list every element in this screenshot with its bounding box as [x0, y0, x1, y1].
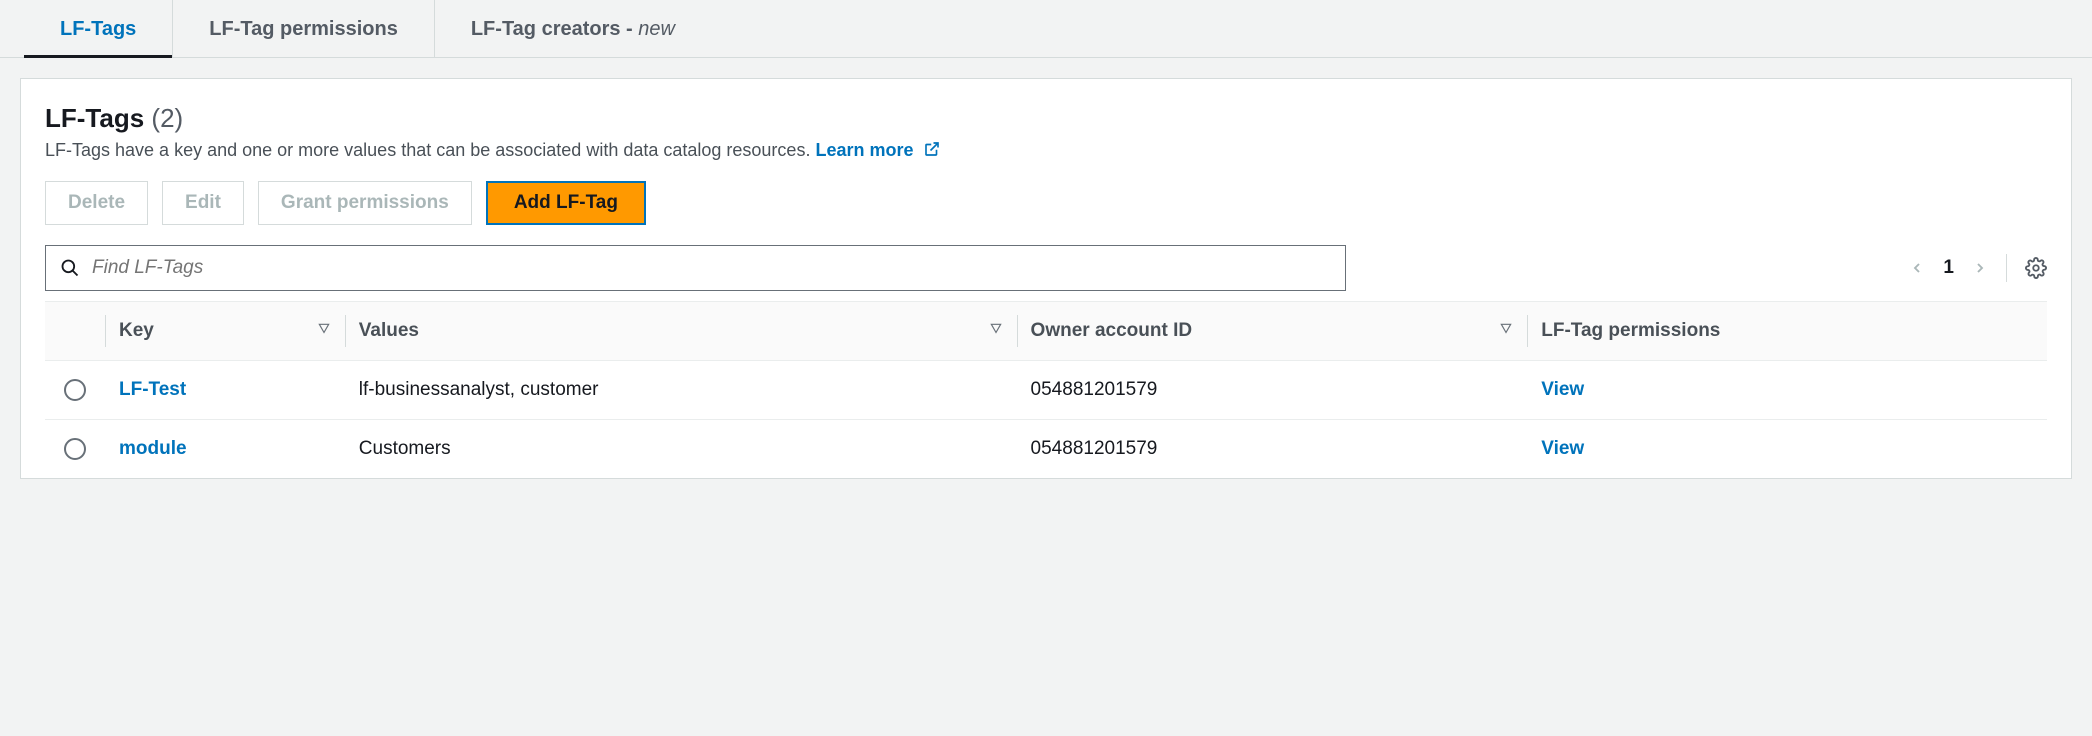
col-owner[interactable]: Owner account ID	[1017, 302, 1528, 361]
pager-separator	[2006, 254, 2007, 282]
col-select	[45, 302, 105, 361]
tab-creators-label: LF-Tag creators -	[471, 18, 638, 40]
view-permissions-link[interactable]: View	[1541, 379, 1584, 400]
learn-more-link[interactable]: Learn more	[815, 140, 940, 160]
lf-tag-key-link[interactable]: LF-Test	[119, 379, 186, 400]
panel-description-text: LF-Tags have a key and one or more value…	[45, 140, 810, 160]
pagination: 1	[1909, 254, 2047, 282]
lf-tag-key-link[interactable]: module	[119, 438, 187, 459]
table-row: LF-Test lf-businessanalyst, customer 054…	[45, 361, 2047, 420]
next-page-icon[interactable]	[1972, 258, 1988, 278]
row-select-radio[interactable]	[64, 438, 86, 460]
gear-icon[interactable]	[2025, 257, 2047, 279]
page-number: 1	[1943, 257, 1954, 279]
panel-count: (2)	[151, 103, 183, 133]
owner-account-id: 054881201579	[1017, 420, 1528, 479]
col-permissions: LF-Tag permissions	[1527, 302, 2047, 361]
tab-creators-new-badge: new	[638, 18, 675, 40]
edit-button[interactable]: Edit	[162, 181, 244, 225]
lf-tag-values: lf-businessanalyst, customer	[345, 361, 1017, 420]
owner-account-id: 054881201579	[1017, 361, 1528, 420]
panel-header: LF-Tags (2)	[45, 103, 2047, 134]
tab-lf-tag-permissions[interactable]: LF-Tag permissions	[173, 0, 435, 57]
search-input[interactable]	[90, 256, 1331, 280]
search-box[interactable]	[45, 245, 1346, 291]
filter-icon[interactable]	[317, 320, 331, 342]
row-select-radio[interactable]	[64, 379, 86, 401]
external-link-icon	[923, 140, 941, 163]
table-row: module Customers 054881201579 View	[45, 420, 2047, 479]
delete-button[interactable]: Delete	[45, 181, 148, 225]
grant-permissions-button[interactable]: Grant permissions	[258, 181, 472, 225]
panel-description: LF-Tags have a key and one or more value…	[45, 140, 2047, 163]
col-key[interactable]: Key	[105, 302, 345, 361]
lf-tags-panel: LF-Tags (2) LF-Tags have a key and one o…	[20, 78, 2072, 479]
search-pagination-row: 1	[45, 245, 2047, 291]
tab-lf-tag-creators[interactable]: LF-Tag creators - new	[435, 0, 711, 57]
search-icon	[60, 258, 80, 278]
prev-page-icon[interactable]	[1909, 258, 1925, 278]
tab-bar: LF-Tags LF-Tag permissions LF-Tag creato…	[0, 0, 2092, 58]
view-permissions-link[interactable]: View	[1541, 438, 1584, 459]
toolbar: Delete Edit Grant permissions Add LF-Tag	[45, 181, 2047, 225]
filter-icon[interactable]	[989, 320, 1003, 342]
filter-icon[interactable]	[1499, 320, 1513, 342]
tab-lf-tags[interactable]: LF-Tags	[24, 0, 173, 57]
col-values[interactable]: Values	[345, 302, 1017, 361]
add-lf-tag-button[interactable]: Add LF-Tag	[486, 181, 646, 225]
panel-title: LF-Tags	[45, 103, 144, 133]
lf-tag-values: Customers	[345, 420, 1017, 479]
lf-tags-table: Key Values Owner account ID	[45, 301, 2047, 478]
